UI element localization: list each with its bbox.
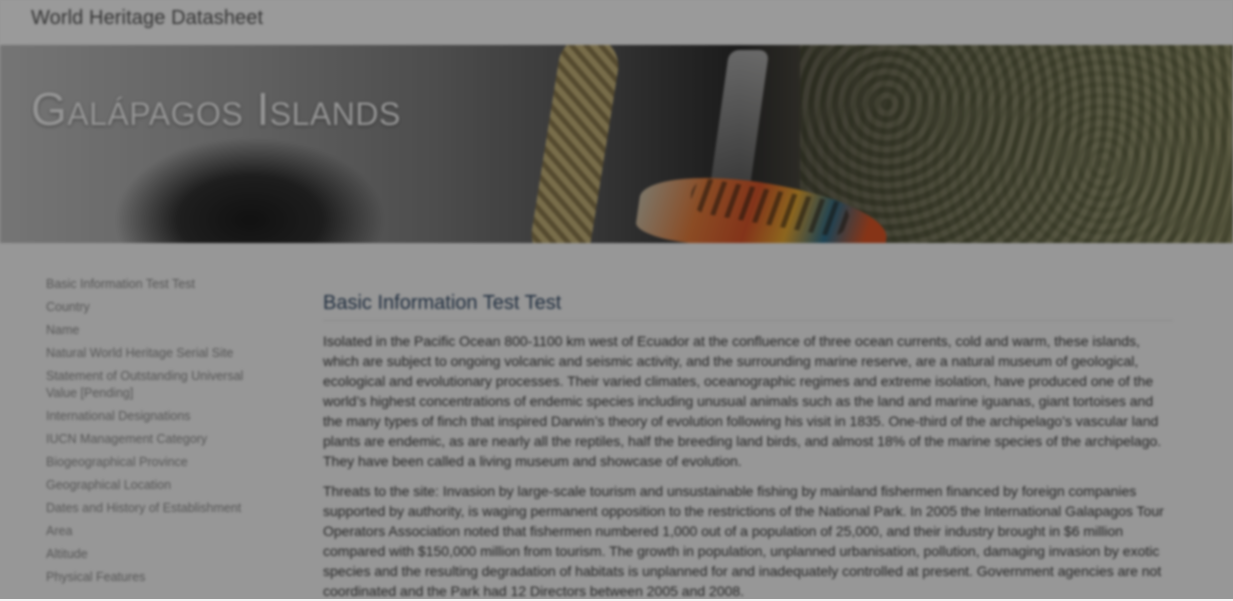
sidebar-item: Physical Features <box>46 569 266 586</box>
sidebar-link-name[interactable]: Name <box>46 322 266 339</box>
sidebar-link-statement-ouv[interactable]: Statement of Outstanding Universal Value… <box>46 368 266 402</box>
page: World Heritage Datasheet Galápagos Islan… <box>0 0 1233 599</box>
site-brand-link[interactable]: World Heritage Datasheet <box>31 7 263 30</box>
sidebar-item: Altitude <box>46 546 266 563</box>
main-content: Basic Information Test Test Isolated in … <box>323 292 1173 601</box>
sidebar-item: Country <box>46 299 266 316</box>
sidebar-link-country[interactable]: Country <box>46 299 266 316</box>
hero-banner: Galápagos Islands <box>0 45 1233 243</box>
sidebar-item: Biogeographical Province <box>46 454 266 471</box>
sidebar-link-area[interactable]: Area <box>46 523 266 540</box>
sidebar-item: Name <box>46 322 266 339</box>
sidebar-link-physical-features[interactable]: Physical Features <box>46 569 266 586</box>
sidebar-link-serial-site[interactable]: Natural World Heritage Serial Site <box>46 345 266 362</box>
sidebar-link-basic-information[interactable]: Basic Information Test Test <box>46 276 266 293</box>
sidebar-item: Basic Information Test Test <box>46 276 266 293</box>
sidebar-item: Dates and History of Establishment <box>46 500 266 517</box>
sidebar-link-international-designations[interactable]: International Designations <box>46 408 266 425</box>
hero-rope <box>527 45 623 243</box>
paragraph-threats: Threats to the site: Invasion by large-s… <box>323 483 1164 599</box>
sidebar-link-altitude[interactable]: Altitude <box>46 546 266 563</box>
sidebar-item: International Designations <box>46 408 266 425</box>
paragraph-description: Isolated in the Pacific Ocean 800-1100 k… <box>323 333 1162 469</box>
sidebar-item: Statement of Outstanding Universal Value… <box>46 368 266 402</box>
section-heading: Basic Information Test Test <box>323 292 1173 321</box>
sidebar-item: Area <box>46 523 266 540</box>
sidebar-item: IUCN Management Category <box>46 431 266 448</box>
sidebar-item: Natural World Heritage Serial Site <box>46 345 266 362</box>
sidebar-link-iucn-category[interactable]: IUCN Management Category <box>46 431 266 448</box>
sidebar-nav: Basic Information Test Test Country Name… <box>46 276 266 592</box>
page-title: Galápagos Islands <box>31 83 401 135</box>
sidebar-link-biogeographical-province[interactable]: Biogeographical Province <box>46 454 266 471</box>
top-navbar: World Heritage Datasheet <box>0 0 1233 46</box>
sidebar-link-dates-history[interactable]: Dates and History of Establishment <box>46 500 266 517</box>
sidebar-link-geographical-location[interactable]: Geographical Location <box>46 477 266 494</box>
sidebar-item: Geographical Location <box>46 477 266 494</box>
